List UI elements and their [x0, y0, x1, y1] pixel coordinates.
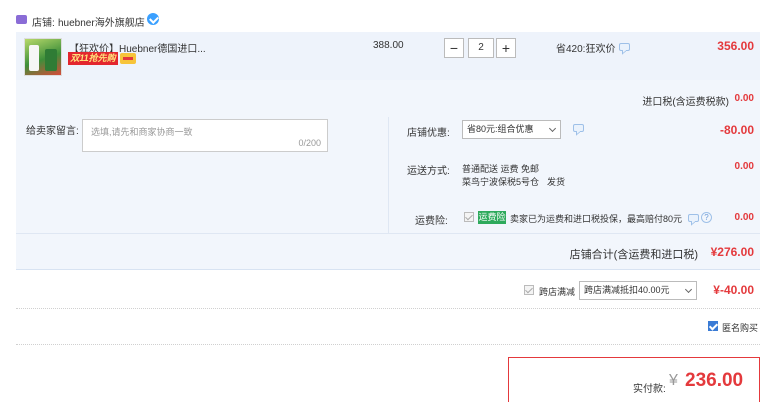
message-counter: 0/200	[298, 138, 321, 148]
cross-store-value: ¥-40.00	[713, 283, 754, 297]
shipping-warehouse: 菜鸟宁波保税5号仓	[462, 177, 540, 187]
insurance-description: 卖家已为运费和进口税投保，最高赔付80元	[510, 214, 683, 224]
shop-discount-value: -80.00	[719, 123, 754, 137]
unit-price: 388.00	[373, 40, 404, 51]
divider	[16, 308, 760, 309]
insurance-value: 0.00	[734, 212, 754, 223]
shop-total-value: ¥276.00	[710, 245, 754, 259]
import-tax-value: 0.00	[734, 93, 754, 104]
help-icon[interactable]: ?	[701, 212, 712, 223]
payment-summary: 实付款: ¥ 236.00	[508, 357, 760, 402]
payment-label: 实付款:	[633, 384, 666, 395]
chat-bubble-icon[interactable]	[688, 214, 699, 222]
shipping-ship-text: 发货	[547, 177, 566, 187]
shop-discount-selected: 省80元:组合优惠	[467, 124, 534, 134]
shop-discount-label: 店铺优惠:	[407, 128, 450, 139]
chevron-down-icon	[684, 285, 693, 294]
product-thumbnail[interactable]	[24, 38, 62, 76]
insurance-label: 运费险:	[415, 216, 448, 227]
shipping-method: 普通配送 运费 免邮	[462, 164, 540, 174]
verified-icon	[147, 13, 159, 25]
import-tax-label: 进口税(含运费税款)	[642, 97, 729, 108]
chat-bubble-icon[interactable]	[573, 124, 584, 132]
message-textarea[interactable]: 选填,请先和商家协商一致 0/200	[82, 119, 328, 152]
quantity-decrease-button[interactable]: −	[444, 38, 464, 58]
item-discount-text: 省420:狂欢价	[556, 44, 616, 55]
cross-store-selected: 跨店满减抵扣40.00元	[584, 285, 670, 295]
payment-currency: ¥	[669, 372, 678, 389]
shipping-label: 运送方式:	[407, 166, 450, 177]
quantity-input[interactable]: 2	[468, 38, 494, 58]
cross-store-checkbox[interactable]	[524, 285, 534, 295]
promo-tag: 双11抢先购	[68, 52, 118, 65]
cross-store-select[interactable]: 跨店满减抵扣40.00元	[579, 281, 697, 300]
payment-amount: 236.00	[685, 370, 744, 391]
chat-bubble-icon[interactable]	[619, 43, 630, 51]
insurance-tag: 运费险	[478, 211, 506, 224]
anonymous-checkbox[interactable]	[708, 321, 718, 331]
quantity-increase-button[interactable]: +	[496, 38, 516, 58]
cross-store-label: 跨店满减	[539, 287, 576, 297]
shop-label: 店铺:	[32, 18, 55, 29]
shop-total-label: 店铺合计(含运费和进口税)	[569, 249, 698, 261]
shop-icon	[16, 15, 27, 24]
panel-divider	[388, 117, 389, 233]
divider	[16, 344, 760, 345]
coupon-icon	[120, 53, 136, 64]
shop-name-link[interactable]: huebner海外旗舰店	[58, 14, 145, 29]
insurance-checkbox[interactable]	[464, 212, 474, 222]
message-placeholder: 选填,请先和商家协商一致	[91, 127, 193, 137]
item-subtotal: 356.00	[717, 39, 754, 53]
message-label: 给卖家留言:	[26, 126, 79, 137]
shipping-value: 0.00	[734, 161, 754, 172]
anonymous-label: 匿名购买	[722, 323, 759, 333]
panel-divider	[16, 233, 760, 234]
chevron-down-icon	[548, 124, 557, 133]
shop-discount-select[interactable]: 省80元:组合优惠	[462, 120, 561, 139]
